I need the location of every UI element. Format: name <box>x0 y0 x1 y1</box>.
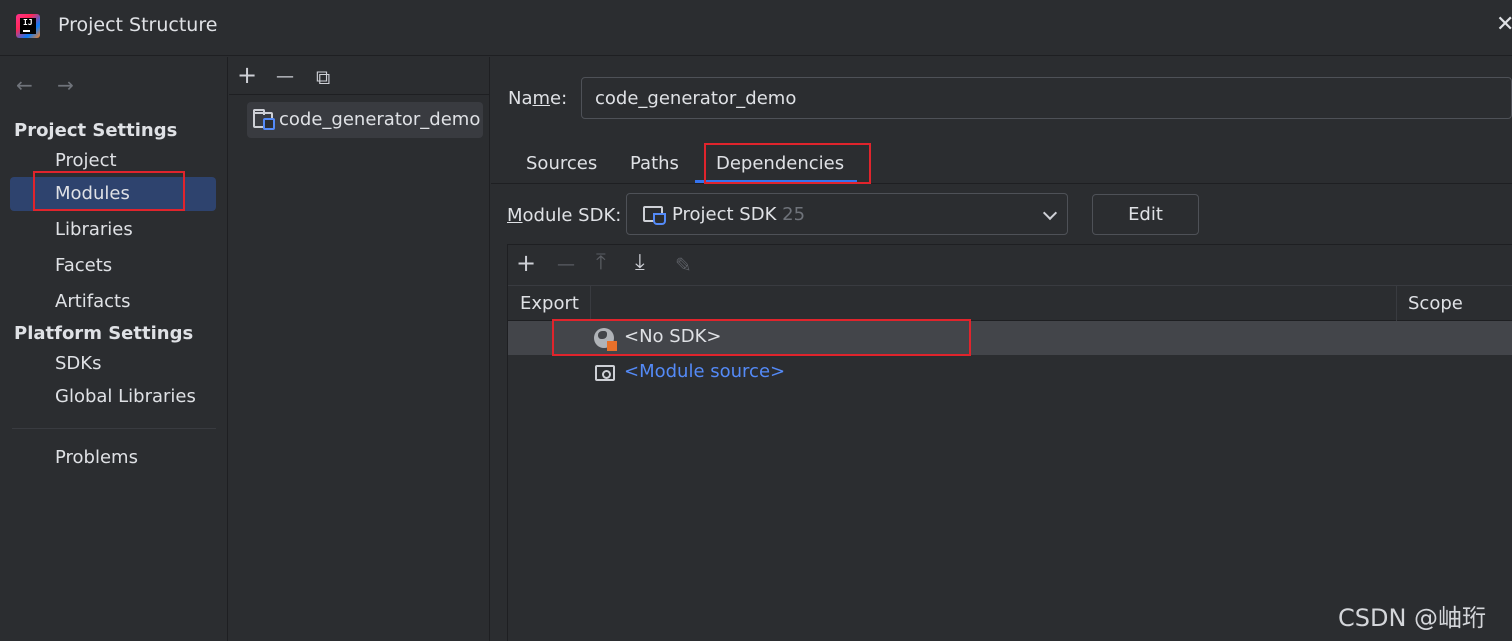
move-up-icon[interactable]: ⤒ <box>596 251 606 275</box>
window-title: Project Structure <box>58 14 218 36</box>
edit-dependency-icon[interactable]: ✎ <box>675 253 692 277</box>
module-sdk-label: Module SDK: <box>507 205 622 226</box>
sdk-globe-icon <box>594 328 617 351</box>
project-settings-header: Project Settings <box>14 120 178 141</box>
module-folder-icon <box>253 109 275 130</box>
nav-item-project[interactable]: Project <box>10 144 216 178</box>
close-icon[interactable]: ✕ <box>1496 12 1512 37</box>
modules-toolbar: + — ⧉ <box>229 57 490 95</box>
sdk-selected-value: Project SDK 25 <box>672 204 806 225</box>
title-bar: IJ Project Structure ✕ <box>0 0 1512 56</box>
module-sdk-dropdown[interactable]: Project SDK 25 <box>626 193 1068 235</box>
module-item-label: code_generator_demo <box>279 109 481 130</box>
dependencies-header: Export Scope <box>508 285 1512 321</box>
watermark: CSDN @岫珩 <box>1338 604 1487 632</box>
settings-nav: ← → Project Settings Project Modules Lib… <box>0 57 228 641</box>
column-divider <box>1396 286 1397 321</box>
chevron-down-icon <box>1042 205 1058 221</box>
nav-arrows: ← → <box>16 73 92 97</box>
module-tabs: Sources Paths Dependencies <box>491 143 1512 184</box>
sdk-folder-icon <box>643 206 666 225</box>
table-row-no-sdk[interactable]: <No SDK> <box>508 321 1512 355</box>
nav-divider <box>12 428 216 429</box>
copy-module-icon[interactable]: ⧉ <box>316 65 330 89</box>
nav-item-global-libraries[interactable]: Global Libraries <box>10 380 216 414</box>
nav-item-sdks[interactable]: SDKs <box>10 347 216 381</box>
module-name-input[interactable] <box>581 77 1512 119</box>
tab-paths[interactable]: Paths <box>630 153 679 174</box>
intellij-logo-icon: IJ <box>16 14 40 38</box>
tab-dependencies[interactable]: Dependencies <box>716 153 844 174</box>
back-arrow-icon[interactable]: ← <box>16 73 33 97</box>
move-down-icon[interactable]: ⤓ <box>635 251 645 275</box>
name-label: Name: <box>508 88 568 109</box>
dependency-label: <Module source> <box>624 361 786 382</box>
platform-settings-header: Platform Settings <box>14 323 194 344</box>
tab-sources[interactable]: Sources <box>526 153 597 174</box>
modules-list-panel: + — ⧉ code_generator_demo <box>229 57 490 641</box>
column-divider <box>590 286 591 321</box>
module-source-folder-icon <box>595 365 615 381</box>
add-module-icon[interactable]: + <box>237 63 257 87</box>
table-row-module-source[interactable]: <Module source> <box>508 356 1512 390</box>
forward-arrow-icon[interactable]: → <box>57 73 74 97</box>
module-item-code-generator-demo[interactable]: code_generator_demo <box>247 102 483 138</box>
nav-item-problems[interactable]: Problems <box>10 441 216 475</box>
nav-item-facets[interactable]: Facets <box>10 249 216 283</box>
nav-item-libraries[interactable]: Libraries <box>10 213 216 247</box>
nav-item-artifacts[interactable]: Artifacts <box>10 285 216 319</box>
column-scope[interactable]: Scope <box>1408 293 1463 314</box>
dependencies-table: + — ⤒ ⤓ ✎ Export Scope <No SDK> <Module … <box>507 244 1512 641</box>
dependency-label: <No SDK> <box>624 326 722 347</box>
active-tab-indicator <box>695 180 857 183</box>
module-detail-panel: Name: Sources Paths Dependencies Module … <box>491 57 1512 641</box>
remove-module-icon[interactable]: — <box>276 65 294 89</box>
nav-item-modules[interactable]: Modules <box>10 177 216 211</box>
dependencies-toolbar: + — ⤒ ⤓ ✎ <box>508 245 1512 285</box>
remove-dependency-icon[interactable]: — <box>557 253 575 277</box>
add-dependency-icon[interactable]: + <box>516 251 536 275</box>
column-export[interactable]: Export <box>520 293 579 314</box>
edit-sdk-button[interactable]: Edit <box>1092 194 1199 235</box>
